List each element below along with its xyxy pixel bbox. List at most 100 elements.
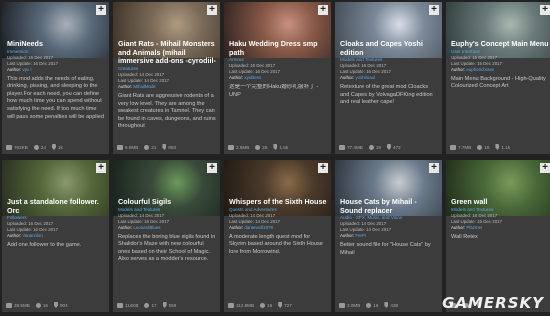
- mod-card[interactable]: + MiniNeeds Immersion Uploaded: 16 Dec 2017…: [2, 2, 109, 154]
- mod-author[interactable]: Vanarcilon: [22, 233, 42, 238]
- endorse-count: 17: [151, 302, 157, 308]
- mod-title[interactable]: Green wall: [451, 198, 549, 207]
- endorse-icon: [144, 302, 150, 308]
- mod-title[interactable]: Giant Rats - Mihail Monsters and Animals…: [118, 40, 216, 66]
- mod-stats: 6.8MB 21 883: [117, 142, 216, 152]
- download-count: 438: [390, 302, 399, 308]
- file-size-icon: [228, 302, 234, 308]
- endorse-count: 16: [373, 302, 379, 308]
- file-size-icon: [339, 144, 345, 150]
- mod-card[interactable]: + Haku Wedding Dress smp path Armour Upload…: [224, 2, 331, 154]
- mod-card[interactable]: + Just a standalone follower. Orc Follower…: [2, 160, 109, 312]
- mod-title[interactable]: Whispers of the Sixth House: [229, 198, 327, 207]
- file-size: 6.8MB: [125, 144, 139, 150]
- download-icon: [273, 144, 278, 150]
- endorse-icon: [144, 144, 150, 150]
- download-icon: [278, 302, 283, 308]
- file-size: 77.4MB: [347, 144, 363, 150]
- endorse-count: 19: [375, 144, 381, 150]
- mod-stats: 2.5MB 26 1.6k: [228, 142, 327, 152]
- mod-author[interactable]: xyxbless: [244, 75, 261, 80]
- mod-card[interactable]: + Cloaks and Capes Yoshi edition Models an…: [335, 2, 442, 154]
- track-add-button[interactable]: +: [318, 5, 328, 15]
- mod-card[interactable]: + Whispers of the Sixth House Quests and A…: [224, 160, 331, 312]
- mod-title[interactable]: Euphy's Concept Main Menu: [451, 40, 549, 49]
- mod-author[interactable]: MihailMods: [133, 84, 155, 89]
- mod-stats: 112.8MB 16 727: [228, 300, 327, 310]
- gamersky-watermark: GAMERSKY: [442, 294, 544, 312]
- track-add-button[interactable]: +: [429, 163, 439, 173]
- mod-card[interactable]: + Colourful Sigils Models and Textures Uplo…: [113, 160, 220, 312]
- file-size-icon: [6, 144, 12, 150]
- mod-author-line: Author: Vanarcilon: [7, 233, 105, 239]
- mod-author-line: Author: dantewolf1978: [229, 225, 327, 231]
- download-icon: [53, 302, 58, 308]
- mod-card-body: MiniNeeds Immersion Uploaded: 16 Dec 2017 L…: [7, 40, 105, 121]
- mod-card-body: House Cats by Mihail - Sound replacer Aud…: [340, 198, 438, 257]
- mod-card[interactable]: + Giant Rats - Mihail Monsters and Animal…: [113, 2, 220, 154]
- mod-card[interactable]: + Green wall Models and Textures Uploaded: …: [446, 160, 550, 312]
- mod-author[interactable]: Plazmer: [466, 225, 482, 230]
- download-count: 472: [392, 144, 401, 150]
- author-label: Author:: [7, 66, 22, 72]
- author-label: Author:: [451, 66, 466, 72]
- mod-description: Retexture of the great mod Cloacks and C…: [340, 84, 433, 106]
- mod-author-line: Author: FerPi: [340, 233, 438, 239]
- mod-title[interactable]: Just a standalone follower. Orc: [7, 198, 105, 215]
- mod-stats: 762KB 24 1k: [6, 142, 105, 152]
- mod-author-line: Author: Plazmer: [451, 225, 549, 231]
- mod-author[interactable]: dantewolf1978: [244, 225, 273, 230]
- mod-author-line: Author: LeonardBlues: [118, 225, 216, 231]
- mod-description: Better sound file for "House Cats" by Mi…: [340, 242, 431, 256]
- track-add-button[interactable]: +: [96, 163, 106, 173]
- mod-title[interactable]: Colourful Sigils: [118, 198, 216, 207]
- track-add-button[interactable]: +: [207, 5, 217, 15]
- download-count: 904: [59, 302, 68, 308]
- download-count: 1.6k: [279, 144, 289, 150]
- mod-card-body: Green wall Models and Textures Uploaded: 1…: [451, 198, 549, 241]
- author-label: Author:: [7, 233, 22, 239]
- endorse-count: 24: [40, 144, 46, 150]
- mod-stats: 7.7MB 18 1.1k: [450, 142, 549, 152]
- endorse-count: 21: [151, 144, 157, 150]
- mod-stats: 77.4MB 19 472: [339, 142, 438, 152]
- mod-title[interactable]: Haku Wedding Dress smp path: [229, 40, 327, 57]
- mod-author[interactable]: euphoricbrave: [466, 67, 494, 72]
- mod-stats: 114KB 17 559: [117, 300, 216, 310]
- mod-author[interactable]: vpx l: [22, 67, 31, 72]
- file-size-icon: [6, 302, 12, 308]
- mod-card[interactable]: + Euphy's Concept Main Menu User Interface…: [446, 2, 550, 154]
- track-add-button[interactable]: +: [540, 163, 550, 173]
- mod-stats: 3.0MB 16 438: [339, 300, 438, 310]
- mod-author[interactable]: FerPi: [355, 233, 366, 238]
- download-count: 1k: [57, 144, 63, 150]
- mod-card-body: Colourful Sigils Models and Textures Uploa…: [118, 198, 216, 264]
- download-icon: [495, 144, 500, 150]
- mod-card-body: Whispers of the Sixth House Quests and Ad…: [229, 198, 327, 256]
- track-add-button[interactable]: +: [540, 5, 550, 15]
- download-count: 559: [168, 302, 177, 308]
- download-count: 727: [284, 302, 292, 308]
- track-add-button[interactable]: +: [96, 5, 106, 15]
- author-label: Author:: [118, 84, 133, 89]
- mod-author[interactable]: LeonardBlues: [133, 225, 160, 230]
- endorse-count: 18: [484, 144, 490, 150]
- track-add-button[interactable]: +: [318, 163, 328, 173]
- mod-description: Giant Rats are aggressive rodents of a v…: [118, 93, 216, 130]
- mod-title[interactable]: House Cats by Mihail - Sound replacer: [340, 198, 438, 215]
- download-icon: [162, 144, 167, 150]
- download-count: 883: [168, 144, 177, 150]
- track-add-button[interactable]: +: [429, 5, 439, 15]
- mod-description: Wall Retex: [451, 233, 478, 240]
- mod-description: Main Menu Background - High-Quality Colo…: [451, 75, 546, 90]
- mod-card[interactable]: + House Cats by Mihail - Sound replacer Au…: [335, 160, 442, 312]
- mod-card-body: Giant Rats - Mihail Monsters and Animals…: [118, 40, 216, 131]
- mod-author[interactable]: yoshimaul: [355, 75, 375, 80]
- track-add-button[interactable]: +: [207, 163, 217, 173]
- author-label: Author:: [340, 233, 355, 239]
- file-size-icon: [339, 302, 345, 308]
- author-label: Author:: [118, 224, 133, 230]
- mod-grid: + MiniNeeds Immersion Uploaded: 16 Dec 2017…: [2, 2, 550, 314]
- mod-title[interactable]: MiniNeeds: [7, 40, 105, 49]
- mod-title[interactable]: Cloaks and Capes Yoshi edition: [340, 40, 438, 57]
